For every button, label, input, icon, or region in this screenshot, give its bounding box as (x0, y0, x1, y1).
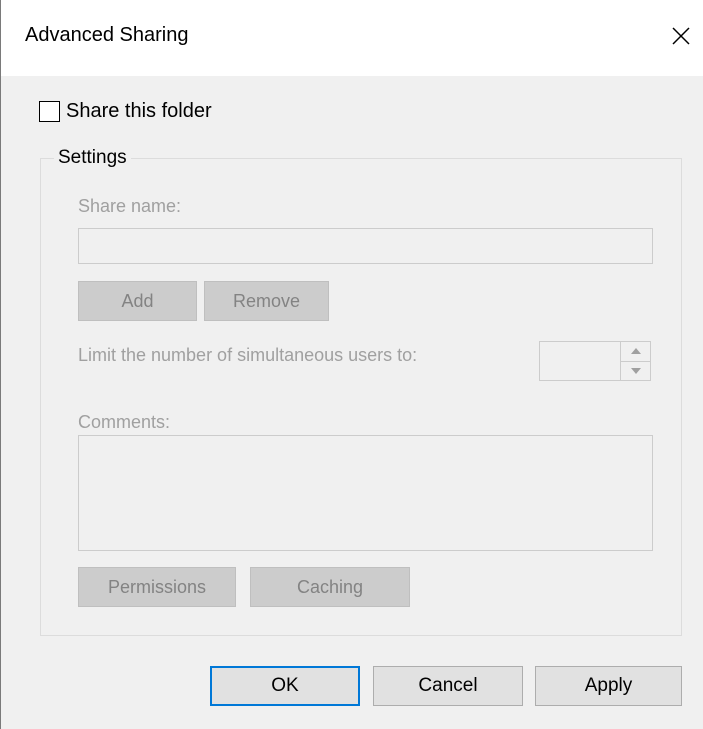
settings-legend: Settings (54, 147, 131, 169)
share-name-label: Share name: (78, 196, 182, 216)
close-button[interactable] (661, 16, 701, 56)
permissions-button[interactable]: Permissions (78, 567, 236, 607)
remove-button[interactable]: Remove (204, 281, 329, 321)
ok-button[interactable]: OK (210, 666, 360, 706)
comments-textarea[interactable] (78, 435, 653, 551)
share-folder-label: Share this folder (66, 100, 212, 122)
share-folder-checkbox[interactable] (39, 101, 60, 122)
user-limit-label: Limit the number of simultaneous users t… (78, 345, 418, 365)
advanced-sharing-dialog: Advanced Sharing Share this folder Setti… (0, 0, 703, 729)
user-limit-spinner[interactable] (539, 341, 651, 381)
close-icon (672, 27, 690, 45)
chevron-up-icon (630, 348, 641, 355)
chevron-down-icon (630, 367, 641, 374)
title-bar: Advanced Sharing (1, 0, 703, 76)
comments-label: Comments: (78, 412, 171, 432)
dialog-title: Advanced Sharing (25, 24, 189, 46)
apply-button[interactable]: Apply (535, 666, 682, 706)
spin-up-button[interactable] (621, 342, 650, 362)
add-button[interactable]: Add (78, 281, 197, 321)
spin-down-button[interactable] (621, 362, 650, 381)
caching-button[interactable]: Caching (250, 567, 410, 607)
cancel-button[interactable]: Cancel (373, 666, 523, 706)
spinner-arrows (620, 342, 650, 380)
share-folder-checkbox-row[interactable]: Share this folder (39, 100, 212, 123)
share-name-input[interactable] (78, 228, 653, 264)
